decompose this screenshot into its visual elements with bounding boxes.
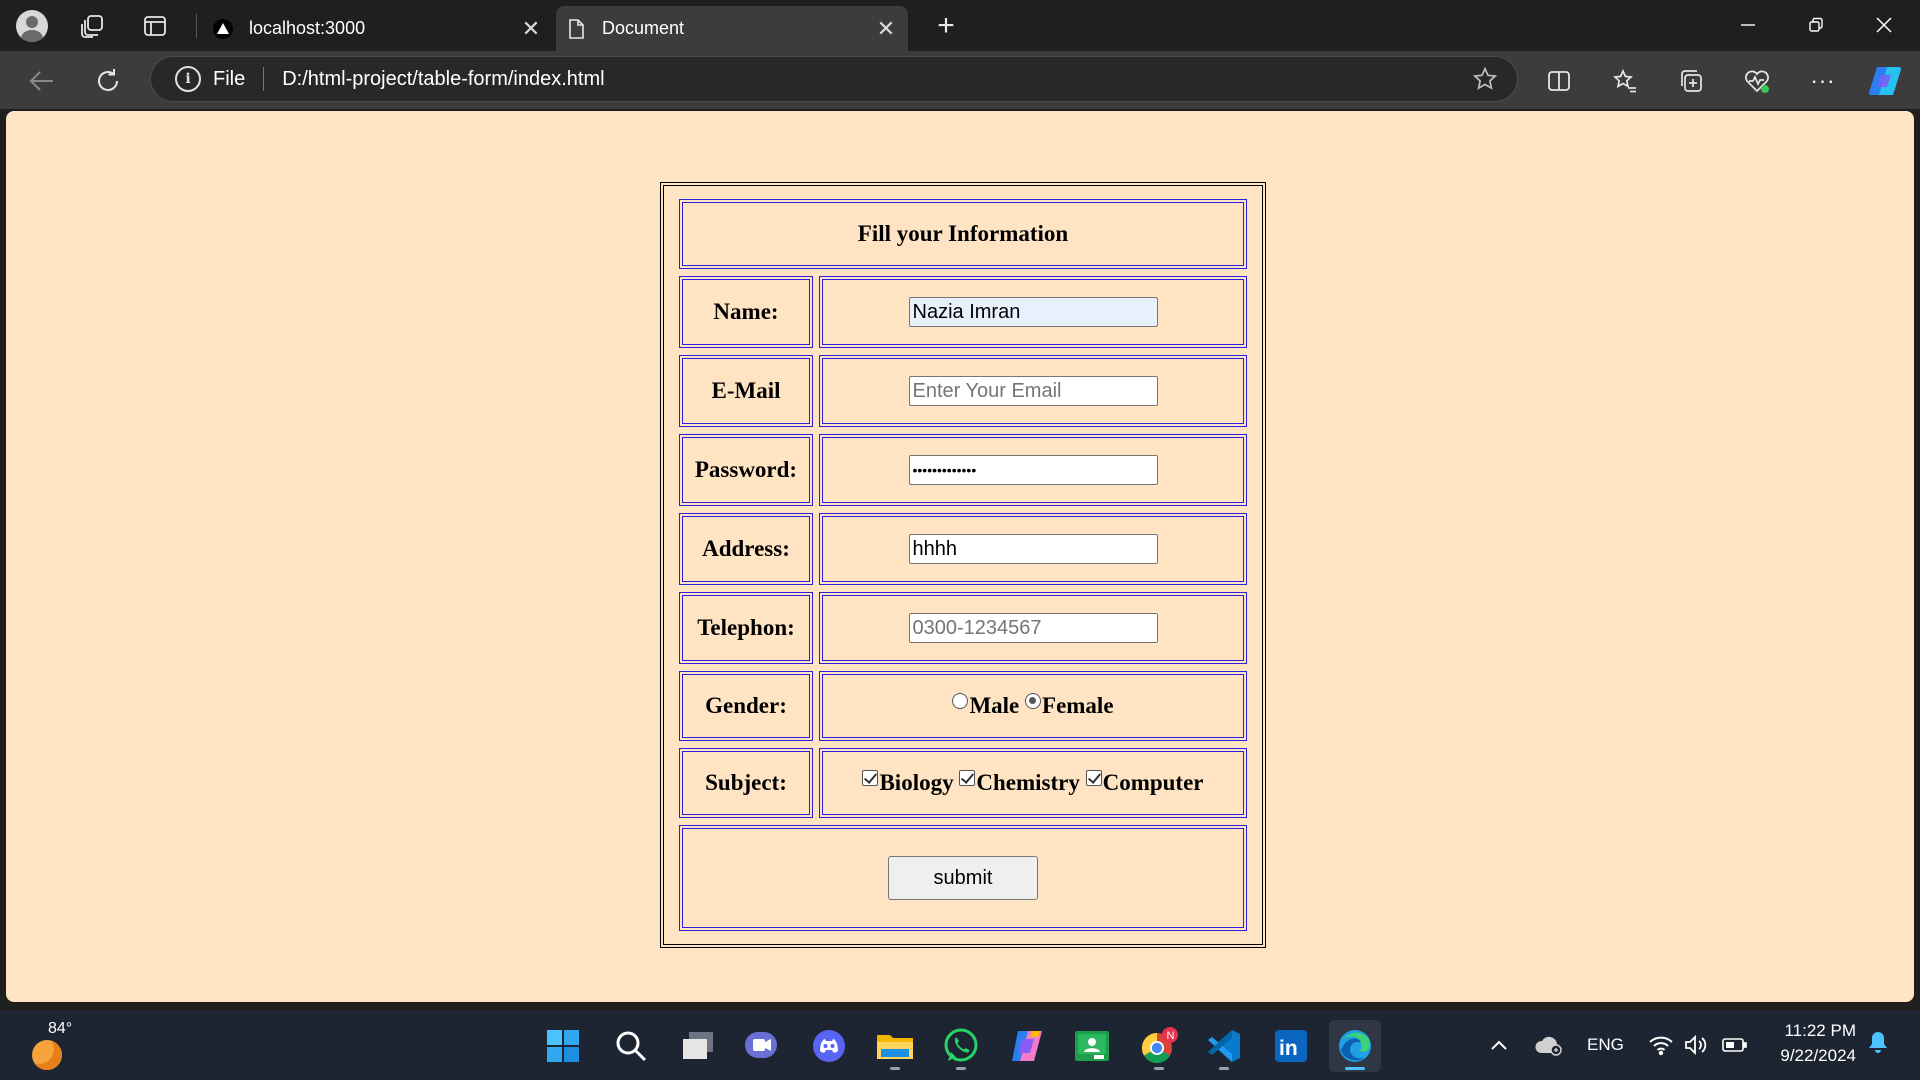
tab-title: localhost:3000	[249, 18, 366, 38]
telephone-input[interactable]: 0300-1234567	[908, 613, 1158, 643]
minimize-icon[interactable]	[1714, 0, 1782, 50]
svg-text:in: in	[1279, 1037, 1298, 1060]
svg-text:N: N	[1167, 1030, 1175, 1042]
tab-divider	[196, 14, 197, 38]
classroom-icon[interactable]	[1066, 1020, 1118, 1072]
gender-female-label[interactable]: Female	[1042, 693, 1114, 718]
favorite-star-icon[interactable]	[1467, 61, 1503, 97]
computer-checkbox[interactable]	[1085, 770, 1102, 786]
discord-icon[interactable]	[803, 1020, 855, 1072]
reload-icon[interactable]	[90, 63, 126, 99]
new-tab-icon[interactable]: +	[930, 9, 962, 42]
form-outer-table: Fill your Information Name: Nazia Imran …	[660, 182, 1266, 948]
clock-time: 11:22 PM	[1784, 1021, 1856, 1040]
address-bar[interactable]: i File D:/html-project/table-form/index.…	[150, 56, 1518, 102]
email-label: E-Mail	[679, 355, 813, 427]
clock-date: 9/22/2024	[1780, 1046, 1856, 1065]
windows-taskbar: 84° N in	[0, 1010, 1920, 1080]
copilot-app-icon[interactable]	[1001, 1020, 1053, 1072]
address-cell: hhhh	[819, 513, 1247, 585]
info-form-table: Fill your Information Name: Nazia Imran …	[679, 192, 1247, 938]
telephone-cell: 0300-1234567	[819, 592, 1247, 664]
more-options-icon[interactable]: ···	[1804, 62, 1842, 100]
profile-avatar-icon[interactable]	[14, 8, 50, 44]
gender-female-radio[interactable]	[1025, 693, 1042, 709]
weather-widget[interactable]: 84°	[28, 1020, 88, 1072]
password-input[interactable]: •••••••••••••	[908, 455, 1158, 485]
copilot-icon[interactable]	[1866, 62, 1904, 100]
name-cell: Nazia Imran	[819, 276, 1247, 348]
chemistry-label[interactable]: Chemistry	[976, 770, 1079, 795]
workspaces-icon[interactable]	[74, 8, 110, 44]
biology-checkbox[interactable]	[862, 770, 879, 786]
name-input[interactable]: Nazia Imran	[908, 297, 1158, 327]
telephone-label: Telephon:	[679, 592, 813, 664]
password-label: Password:	[679, 434, 813, 506]
vertical-tabs-icon[interactable]	[137, 8, 173, 44]
browser-tab-strip: localhost:3000 ✕ Document ✕ +	[0, 0, 1920, 51]
collections-icon[interactable]	[1672, 62, 1710, 100]
back-arrow-icon[interactable]	[24, 63, 60, 99]
triangle-favicon-icon	[213, 18, 233, 39]
linkedin-icon[interactable]: in	[1265, 1020, 1317, 1072]
moon-icon	[32, 1040, 62, 1070]
password-cell: •••••••••••••	[819, 434, 1247, 506]
weather-temp: 84°	[48, 1020, 73, 1037]
chemistry-checkbox[interactable]	[959, 770, 976, 786]
gender-cell: Male Female	[819, 671, 1247, 741]
address-input[interactable]: hhhh	[908, 534, 1158, 564]
gender-male-label[interactable]: Male	[969, 693, 1019, 718]
tab-localhost[interactable]: localhost:3000 ✕	[203, 6, 553, 51]
language-indicator[interactable]: ENG	[1587, 1010, 1624, 1080]
teams-icon[interactable]	[736, 1020, 788, 1072]
address-label: Address:	[679, 513, 813, 585]
email-cell: Enter Your Email	[819, 355, 1247, 427]
computer-label[interactable]: Computer	[1103, 770, 1204, 795]
chrome-icon[interactable]: N	[1133, 1020, 1185, 1072]
vscode-icon[interactable]	[1198, 1020, 1250, 1072]
subject-label: Subject:	[679, 748, 813, 818]
wifi-icon[interactable]	[1648, 1010, 1674, 1080]
volume-icon[interactable]	[1684, 1010, 1710, 1080]
form-heading: Fill your Information	[679, 199, 1247, 269]
address-separator	[263, 67, 265, 91]
whatsapp-icon[interactable]	[935, 1020, 987, 1072]
notification-bell-icon[interactable]	[1866, 1030, 1890, 1054]
submit-cell: submit	[679, 825, 1247, 931]
gender-male-radio[interactable]	[952, 693, 969, 709]
onedrive-cloud-icon[interactable]	[1534, 1010, 1564, 1080]
browser-toolbar: i File D:/html-project/table-form/index.…	[0, 51, 1920, 109]
show-hidden-icons-icon[interactable]	[1490, 1010, 1510, 1080]
tab-document[interactable]: Document ✕	[556, 6, 908, 51]
email-input[interactable]: Enter Your Email	[908, 376, 1158, 406]
file-explorer-icon[interactable]	[869, 1020, 921, 1072]
system-clock[interactable]: 11:22 PM 9/22/2024	[1770, 1018, 1856, 1068]
close-tab-icon[interactable]: ✕	[872, 15, 900, 43]
task-view-icon[interactable]	[672, 1020, 724, 1072]
tab-title: Document	[602, 18, 685, 38]
document-favicon-icon	[566, 18, 586, 39]
close-tab-icon[interactable]: ✕	[517, 15, 545, 43]
file-scheme-label: File	[213, 67, 246, 90]
start-icon[interactable]	[537, 1020, 589, 1072]
biology-label[interactable]: Biology	[879, 770, 953, 795]
close-window-icon[interactable]	[1850, 0, 1918, 50]
url-text[interactable]: D:/html-project/table-form/index.html	[282, 68, 1467, 91]
name-label: Name:	[679, 276, 813, 348]
submit-button[interactable]: submit	[888, 856, 1038, 900]
info-icon[interactable]: i	[175, 66, 201, 92]
page-viewport: Fill your Information Name: Nazia Imran …	[6, 111, 1914, 1002]
edge-icon[interactable]	[1329, 1020, 1381, 1072]
restore-icon[interactable]	[1782, 0, 1850, 50]
battery-icon[interactable]	[1722, 1010, 1748, 1080]
browser-essentials-icon[interactable]	[1738, 62, 1776, 100]
search-icon[interactable]	[605, 1020, 657, 1072]
favorites-icon[interactable]	[1606, 62, 1644, 100]
subject-cell: Biology Chemistry Computer	[819, 748, 1247, 818]
gender-label: Gender:	[679, 671, 813, 741]
split-screen-icon[interactable]	[1540, 62, 1578, 100]
